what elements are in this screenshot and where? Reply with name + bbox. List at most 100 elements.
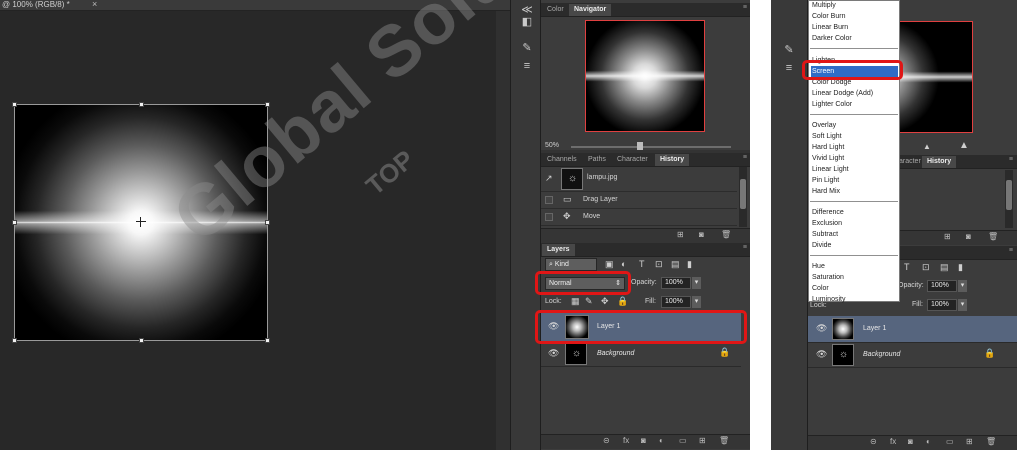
link-layers-icon[interactable]: ⊝: [870, 437, 877, 446]
menu-item-saturation[interactable]: Saturation: [811, 272, 898, 283]
layer-style-icon[interactable]: fx: [623, 436, 629, 445]
link-layers-icon[interactable]: ⊝: [603, 436, 610, 445]
history-snapshot-row[interactable]: ↗ ☼ lampu.jpg: [541, 167, 737, 192]
history-brush-icon[interactable]: ◧: [520, 16, 534, 28]
close-icon[interactable]: ×: [92, 0, 97, 9]
tab-paths[interactable]: Paths: [583, 154, 611, 166]
new-document-from-state-icon[interactable]: ⊞: [944, 232, 951, 241]
tab-history[interactable]: History: [922, 156, 957, 168]
filter-smart-object-icon[interactable]: ▤: [671, 259, 680, 270]
menu-item-vivid-light[interactable]: Vivid Light: [811, 153, 898, 164]
tab-character[interactable]: Character: [612, 154, 653, 166]
adjustment-layer-icon[interactable]: ◐: [659, 436, 664, 445]
layer-row-selected[interactable]: 👁 Layer 1: [808, 316, 1017, 343]
zoom-slider[interactable]: [571, 146, 731, 148]
menu-item-pin-light[interactable]: Pin Light: [811, 175, 898, 186]
trash-icon[interactable]: 🗑: [721, 230, 731, 239]
fill-slider-button[interactable]: ▾: [958, 299, 967, 311]
filter-toggle-icon[interactable]: ▮: [958, 262, 963, 273]
zoom-slider-knob[interactable]: [637, 142, 643, 150]
adjustments-icon[interactable]: ≡: [520, 60, 534, 72]
new-layer-icon[interactable]: ⊞: [699, 436, 706, 445]
menu-item-hard-light[interactable]: Hard Light: [811, 142, 898, 153]
menu-item-darker-color[interactable]: Darker Color: [811, 33, 898, 44]
panel-menu-icon[interactable]: ≡: [743, 244, 747, 251]
menu-item-divide[interactable]: Divide: [811, 240, 898, 251]
lock-transparent-icon[interactable]: ▦: [571, 296, 580, 307]
camera-snapshot-icon[interactable]: ◙: [699, 230, 704, 239]
menu-item-luminosity[interactable]: Luminosity: [811, 294, 898, 305]
layer-style-icon[interactable]: fx: [890, 437, 896, 446]
filter-smart-object-icon[interactable]: ▤: [940, 262, 949, 273]
menu-item-hard-mix[interactable]: Hard Mix: [811, 186, 898, 197]
menu-item-soft-light[interactable]: Soft Light: [811, 131, 898, 142]
filter-type-icon[interactable]: T: [639, 259, 645, 269]
menu-item-difference[interactable]: Difference: [811, 207, 898, 218]
new-group-icon[interactable]: ▭: [946, 437, 954, 446]
history-brush-source-icon[interactable]: ↗: [545, 173, 553, 184]
history-source-checkbox[interactable]: [545, 213, 553, 221]
menu-item-lighter-color[interactable]: Lighter Color: [811, 99, 898, 110]
zoom-out-icon[interactable]: ▲: [923, 142, 931, 151]
new-document-from-state-icon[interactable]: ⊞: [677, 230, 684, 239]
filter-shape-icon[interactable]: ⊡: [922, 262, 930, 273]
panel-menu-icon[interactable]: ≡: [1009, 247, 1013, 254]
transform-handle-bottom-right[interactable]: [265, 338, 270, 343]
layer-name[interactable]: Background: [863, 351, 900, 358]
add-mask-icon[interactable]: ◙: [641, 436, 646, 445]
lock-all-icon[interactable]: 🔒: [617, 296, 628, 307]
panel-menu-icon[interactable]: ≡: [743, 4, 747, 11]
layer-row[interactable]: 👁 ☼ Background 🔒: [541, 341, 741, 367]
layer-row[interactable]: 👁 ☼ Background 🔒: [808, 342, 1017, 368]
eye-visibility-icon[interactable]: 👁: [816, 349, 827, 360]
transform-handle-bottom[interactable]: [139, 338, 144, 343]
filter-type-icon[interactable]: T: [904, 262, 910, 272]
menu-item-hue[interactable]: Hue: [811, 261, 898, 272]
zoom-in-icon[interactable]: ▲: [959, 140, 969, 151]
transform-handle-right[interactable]: [265, 220, 270, 225]
trash-icon[interactable]: 🗑: [719, 436, 729, 445]
history-scrollbar[interactable]: [1005, 170, 1013, 228]
adjustment-layer-icon[interactable]: ◐: [926, 437, 931, 446]
history-scrollbar[interactable]: [739, 167, 747, 227]
expand-panels-icon[interactable]: ≪: [520, 4, 534, 16]
menu-item-linear-dodge[interactable]: Linear Dodge (Add): [811, 88, 898, 99]
menu-item-color-burn[interactable]: Color Burn: [811, 11, 898, 22]
panel-menu-icon[interactable]: ≡: [743, 154, 747, 161]
zoom-level[interactable]: 50%: [545, 142, 559, 149]
filter-pixel-icon[interactable]: ▣: [605, 259, 614, 270]
trash-icon[interactable]: 🗑: [986, 437, 996, 446]
transform-handle-top[interactable]: [139, 102, 144, 107]
eye-visibility-icon[interactable]: 👁: [548, 348, 559, 359]
lock-position-icon[interactable]: ✥: [601, 296, 609, 307]
menu-item-linear-burn[interactable]: Linear Burn: [811, 22, 898, 33]
menu-item-multiply[interactable]: Multiply: [811, 0, 898, 11]
menu-item-linear-light[interactable]: Linear Light: [811, 164, 898, 175]
trash-icon[interactable]: 🗑: [988, 232, 998, 241]
history-scroll-thumb[interactable]: [1006, 180, 1012, 210]
menu-item-color[interactable]: Color: [811, 283, 898, 294]
tab-channels[interactable]: Channels: [542, 154, 582, 166]
add-mask-icon[interactable]: ◙: [908, 437, 913, 446]
brush-preset-icon[interactable]: ✎: [520, 42, 534, 54]
opacity-slider-button[interactable]: ▾: [958, 280, 967, 292]
camera-snapshot-icon[interactable]: ◙: [966, 232, 971, 241]
fill-field[interactable]: 100%: [927, 299, 957, 311]
history-scroll-thumb[interactable]: [740, 179, 746, 209]
fill-slider-button[interactable]: ▾: [692, 296, 701, 308]
filter-shape-icon[interactable]: ⊡: [655, 259, 663, 270]
transform-center-point-icon[interactable]: [136, 217, 146, 227]
brush-preset-icon[interactable]: ✎: [782, 44, 796, 56]
transform-handle-bottom-left[interactable]: [12, 338, 17, 343]
filter-adjustment-icon[interactable]: ◐: [621, 259, 626, 269]
tab-layers[interactable]: Layers: [542, 244, 575, 256]
tab-navigator[interactable]: Navigator: [569, 4, 612, 16]
menu-item-subtract[interactable]: Subtract: [811, 229, 898, 240]
fill-field[interactable]: 100%: [661, 296, 691, 308]
history-source-checkbox[interactable]: [545, 196, 553, 204]
panel-menu-icon[interactable]: ≡: [1009, 156, 1013, 163]
opacity-slider-button[interactable]: ▾: [692, 277, 701, 289]
transform-handle-top-left[interactable]: [12, 102, 17, 107]
filter-toggle-icon[interactable]: ▮: [687, 259, 692, 270]
new-group-icon[interactable]: ▭: [679, 436, 687, 445]
